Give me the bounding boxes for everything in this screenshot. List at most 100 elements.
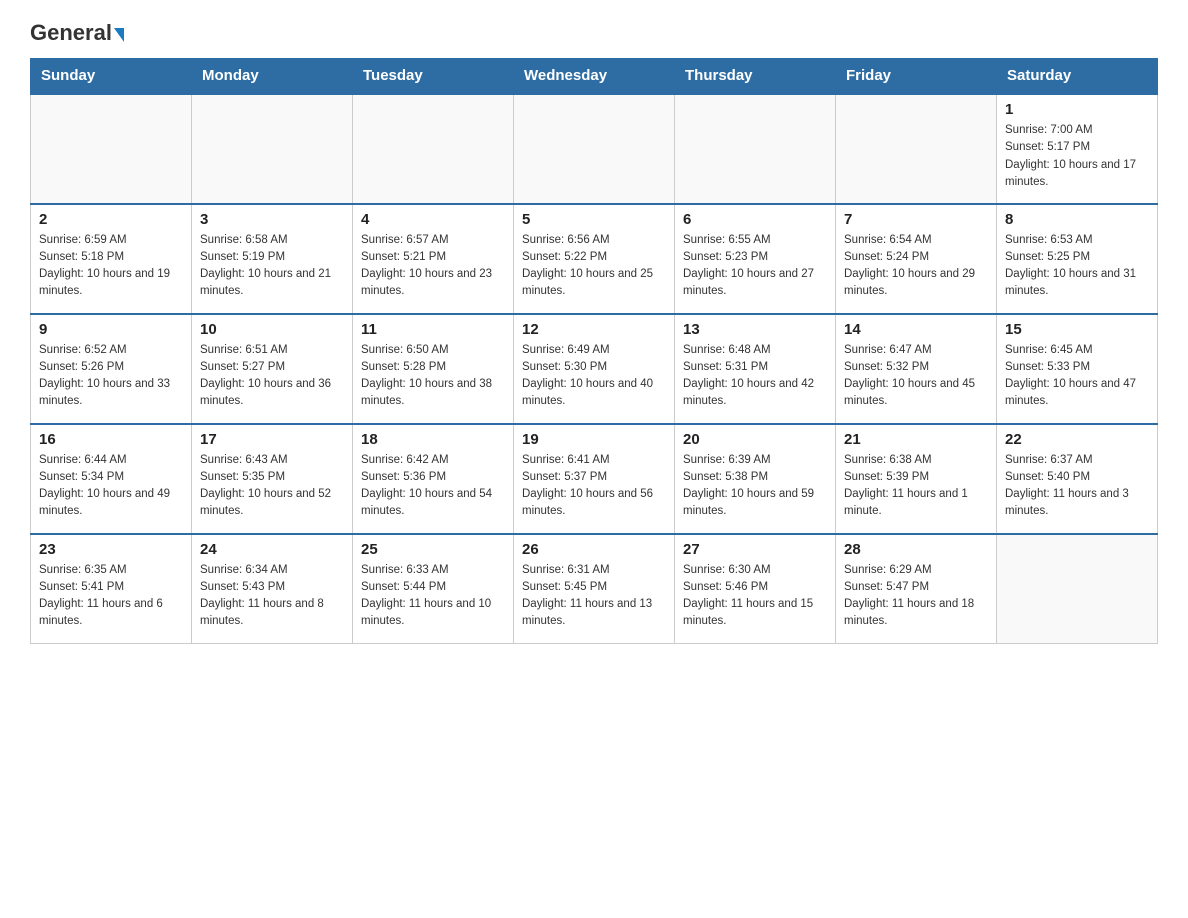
calendar-week-row: 23Sunrise: 6:35 AMSunset: 5:41 PMDayligh… — [31, 534, 1158, 644]
calendar-day-cell: 18Sunrise: 6:42 AMSunset: 5:36 PMDayligh… — [353, 424, 514, 534]
day-number: 23 — [39, 541, 183, 558]
calendar-day-cell: 14Sunrise: 6:47 AMSunset: 5:32 PMDayligh… — [836, 314, 997, 424]
calendar-day-cell: 22 Sunrise: 6:37 AMSunset: 5:40 PMDayligh… — [997, 424, 1158, 534]
calendar-day-cell: 20 Sunrise: 6:39 AMSunset: 5:38 PMDayligh… — [675, 424, 836, 534]
calendar-day-cell: 9Sunrise: 6:52 AMSunset: 5:26 PMDaylight… — [31, 314, 192, 424]
day-number: 20 — [683, 431, 827, 448]
day-number: 7 — [844, 211, 988, 228]
day-number: 4 — [361, 211, 505, 228]
day-of-week-header: Saturday — [997, 59, 1158, 94]
calendar-day-cell: 26 Sunrise: 6:31 AMSunset: 5:45 PMDayligh… — [514, 534, 675, 644]
day-info: Sunrise: 6:59 AMSunset: 5:18 PMDaylight:… — [39, 232, 183, 301]
calendar-day-cell: 1 Sunrise: 7:00 AMSunset: 5:17 PMDaylight… — [997, 94, 1158, 204]
day-of-week-header: Thursday — [675, 59, 836, 94]
calendar-day-cell: 6 Sunrise: 6:55 AMSunset: 5:23 PMDaylight… — [675, 204, 836, 314]
day-of-week-header: Sunday — [31, 59, 192, 94]
day-info: Sunrise: 6:34 AMSunset: 5:43 PMDaylight:… — [200, 562, 344, 631]
day-number: 2 — [39, 211, 183, 228]
calendar-week-row: 9Sunrise: 6:52 AMSunset: 5:26 PMDaylight… — [31, 314, 1158, 424]
calendar-day-cell: 24Sunrise: 6:34 AMSunset: 5:43 PMDayligh… — [192, 534, 353, 644]
day-number: 11 — [361, 321, 505, 338]
calendar-week-row: 2 Sunrise: 6:59 AMSunset: 5:18 PMDaylight… — [31, 204, 1158, 314]
day-number: 28 — [844, 541, 988, 558]
day-number: 12 — [522, 321, 666, 338]
calendar-day-cell: 7 Sunrise: 6:54 AMSunset: 5:24 PMDaylight… — [836, 204, 997, 314]
calendar-day-cell — [192, 94, 353, 204]
calendar-week-row: 1 Sunrise: 7:00 AMSunset: 5:17 PMDaylight… — [31, 94, 1158, 204]
day-info: Sunrise: 6:56 AMSunset: 5:22 PMDaylight:… — [522, 232, 666, 301]
day-info: Sunrise: 6:52 AMSunset: 5:26 PMDaylight:… — [39, 342, 183, 411]
day-number: 26 — [522, 541, 666, 558]
day-info: Sunrise: 6:29 AMSunset: 5:47 PMDaylight:… — [844, 562, 988, 631]
calendar-day-cell: 4 Sunrise: 6:57 AMSunset: 5:21 PMDaylight… — [353, 204, 514, 314]
day-info: Sunrise: 6:51 AMSunset: 5:27 PMDaylight:… — [200, 342, 344, 411]
day-number: 25 — [361, 541, 505, 558]
day-info: Sunrise: 6:39 AMSunset: 5:38 PMDaylight:… — [683, 452, 827, 521]
day-of-week-header: Wednesday — [514, 59, 675, 94]
day-info: Sunrise: 6:38 AMSunset: 5:39 PMDaylight:… — [844, 452, 988, 521]
day-info: Sunrise: 6:57 AMSunset: 5:21 PMDaylight:… — [361, 232, 505, 301]
day-info: Sunrise: 6:43 AMSunset: 5:35 PMDaylight:… — [200, 452, 344, 521]
day-info: Sunrise: 6:30 AMSunset: 5:46 PMDaylight:… — [683, 562, 827, 631]
calendar-body: 1 Sunrise: 7:00 AMSunset: 5:17 PMDaylight… — [31, 94, 1158, 644]
day-number: 1 — [1005, 101, 1149, 118]
calendar-day-cell: 28 Sunrise: 6:29 AMSunset: 5:47 PMDayligh… — [836, 534, 997, 644]
calendar-day-cell: 5 Sunrise: 6:56 AMSunset: 5:22 PMDaylight… — [514, 204, 675, 314]
calendar-day-cell: 21Sunrise: 6:38 AMSunset: 5:39 PMDayligh… — [836, 424, 997, 534]
day-info: Sunrise: 6:45 AMSunset: 5:33 PMDaylight:… — [1005, 342, 1149, 411]
day-of-week-header: Monday — [192, 59, 353, 94]
calendar-day-cell: 17 Sunrise: 6:43 AMSunset: 5:35 PMDayligh… — [192, 424, 353, 534]
calendar-day-cell: 2 Sunrise: 6:59 AMSunset: 5:18 PMDaylight… — [31, 204, 192, 314]
day-number: 13 — [683, 321, 827, 338]
day-number: 17 — [200, 431, 344, 448]
calendar-day-cell: 15 Sunrise: 6:45 AMSunset: 5:33 PMDayligh… — [997, 314, 1158, 424]
logo-main-text: General — [30, 20, 112, 46]
day-info: Sunrise: 6:54 AMSunset: 5:24 PMDaylight:… — [844, 232, 988, 301]
day-number: 27 — [683, 541, 827, 558]
day-info: Sunrise: 6:44 AMSunset: 5:34 PMDaylight:… — [39, 452, 183, 521]
calendar-day-cell: 3 Sunrise: 6:58 AMSunset: 5:19 PMDaylight… — [192, 204, 353, 314]
day-number: 8 — [1005, 211, 1149, 228]
day-number: 14 — [844, 321, 988, 338]
calendar-table: SundayMondayTuesdayWednesdayThursdayFrid… — [30, 58, 1158, 644]
calendar-day-cell: 12Sunrise: 6:49 AMSunset: 5:30 PMDayligh… — [514, 314, 675, 424]
day-info: Sunrise: 6:53 AMSunset: 5:25 PMDaylight:… — [1005, 232, 1149, 301]
day-info: Sunrise: 6:58 AMSunset: 5:19 PMDaylight:… — [200, 232, 344, 301]
calendar-day-cell: 23Sunrise: 6:35 AMSunset: 5:41 PMDayligh… — [31, 534, 192, 644]
day-info: Sunrise: 6:55 AMSunset: 5:23 PMDaylight:… — [683, 232, 827, 301]
calendar-day-cell — [31, 94, 192, 204]
day-info: Sunrise: 6:41 AMSunset: 5:37 PMDaylight:… — [522, 452, 666, 521]
day-number: 5 — [522, 211, 666, 228]
day-number: 19 — [522, 431, 666, 448]
day-info: Sunrise: 6:48 AMSunset: 5:31 PMDaylight:… — [683, 342, 827, 411]
day-of-week-header: Friday — [836, 59, 997, 94]
calendar-day-cell — [997, 534, 1158, 644]
calendar-week-row: 16 Sunrise: 6:44 AMSunset: 5:34 PMDayligh… — [31, 424, 1158, 534]
day-info: Sunrise: 6:31 AMSunset: 5:45 PMDaylight:… — [522, 562, 666, 631]
calendar-day-cell — [514, 94, 675, 204]
day-number: 6 — [683, 211, 827, 228]
day-info: Sunrise: 6:33 AMSunset: 5:44 PMDaylight:… — [361, 562, 505, 631]
day-info: Sunrise: 7:00 AMSunset: 5:17 PMDaylight:… — [1005, 122, 1149, 191]
day-info: Sunrise: 6:37 AMSunset: 5:40 PMDaylight:… — [1005, 452, 1149, 521]
calendar-day-cell — [353, 94, 514, 204]
calendar-day-cell: 11 Sunrise: 6:50 AMSunset: 5:28 PMDayligh… — [353, 314, 514, 424]
calendar-day-cell: 27 Sunrise: 6:30 AMSunset: 5:46 PMDayligh… — [675, 534, 836, 644]
day-number: 16 — [39, 431, 183, 448]
days-of-week-row: SundayMondayTuesdayWednesdayThursdayFrid… — [31, 59, 1158, 94]
calendar-day-cell: 10 Sunrise: 6:51 AMSunset: 5:27 PMDayligh… — [192, 314, 353, 424]
day-info: Sunrise: 6:50 AMSunset: 5:28 PMDaylight:… — [361, 342, 505, 411]
calendar-day-cell — [836, 94, 997, 204]
day-number: 10 — [200, 321, 344, 338]
page-header: General — [30, 20, 1158, 42]
logo: General — [30, 20, 124, 42]
day-number: 3 — [200, 211, 344, 228]
day-number: 15 — [1005, 321, 1149, 338]
calendar-day-cell: 16 Sunrise: 6:44 AMSunset: 5:34 PMDayligh… — [31, 424, 192, 534]
day-number: 18 — [361, 431, 505, 448]
day-number: 22 — [1005, 431, 1149, 448]
calendar-header: SundayMondayTuesdayWednesdayThursdayFrid… — [31, 59, 1158, 94]
calendar-day-cell: 19 Sunrise: 6:41 AMSunset: 5:37 PMDayligh… — [514, 424, 675, 534]
day-of-week-header: Tuesday — [353, 59, 514, 94]
calendar-day-cell: 8 Sunrise: 6:53 AMSunset: 5:25 PMDaylight… — [997, 204, 1158, 314]
